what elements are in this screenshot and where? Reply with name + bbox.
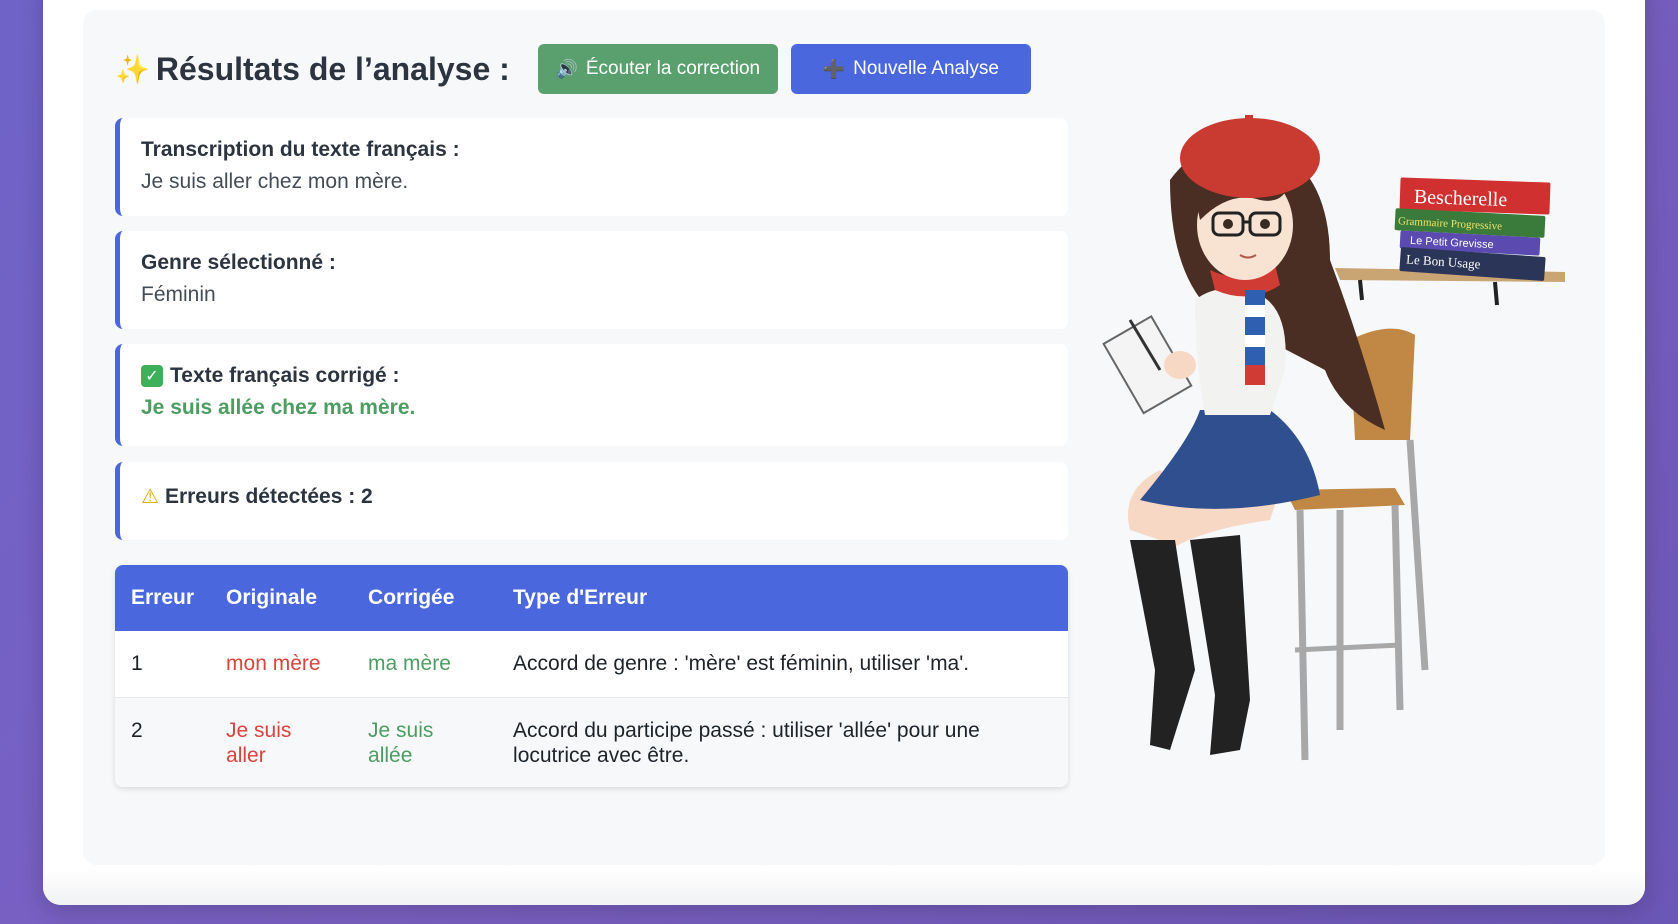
table-row: 2 Je suis aller Je suis allée Accord du … — [115, 697, 1068, 787]
cell-type: Accord de genre : 'mère' est féminin, ut… — [513, 651, 970, 675]
table-row: 1 mon mère ma mère Accord de genre : 'mè… — [115, 631, 1068, 697]
results-header: ✨ Résultats de l’analyse : 🔊 Écouter la … — [115, 44, 1031, 94]
col-header-error: Erreur — [131, 586, 195, 609]
gender-value: Féminin — [141, 283, 216, 306]
page-title-text: Résultats de l’analyse : — [155, 50, 510, 87]
corrected-value: Je suis allée chez ma mère. — [141, 396, 416, 419]
beret-icon — [1180, 115, 1320, 198]
errors-table: Erreur Originale Corrigée Type d'Erreur … — [115, 565, 1068, 787]
errors-count-label: Erreurs détectées : 2 — [164, 484, 373, 508]
table-header-row: Erreur Originale Corrigée Type d'Erreur — [115, 565, 1068, 631]
cell-corrected: Je suis allée — [368, 718, 434, 767]
corrected-heading: ✓ Texte français corrigé : — [141, 364, 1048, 388]
cell-original: mon mère — [226, 651, 321, 675]
cell-corrected: ma mère — [368, 651, 451, 675]
col-header-original: Originale — [226, 586, 318, 609]
book-title: Bescherelle — [1414, 186, 1508, 211]
gender-card: Genre sélectionné : Féminin — [115, 231, 1068, 329]
gender-label: Genre sélectionné : — [141, 251, 336, 274]
card-bottom-edge — [43, 870, 1645, 905]
col-header-type: Type d'Erreur — [513, 586, 648, 609]
cell-number: 1 — [131, 651, 143, 675]
listen-correction-button[interactable]: 🔊 Écouter la correction — [537, 44, 778, 94]
warning-icon: ⚠ — [141, 486, 159, 508]
sparkles-icon: ✨ — [115, 53, 150, 85]
cell-type: Accord du participe passé : utiliser 'al… — [513, 718, 980, 767]
student-illustration: Bescherelle Grammaire Progressive Le Pet… — [1102, 115, 1565, 761]
listen-correction-label: Écouter la correction — [585, 58, 761, 79]
transcription-value: Je suis aller chez mon mère. — [141, 170, 409, 193]
check-icon: ✓ — [141, 365, 163, 387]
plus-icon: ➕ — [822, 58, 846, 79]
errors-card: ⚠ Erreurs détectées : 2 — [115, 462, 1068, 540]
books-stack: Bescherelle Grammaire Progressive Le Pet… — [1394, 177, 1551, 281]
new-analysis-label: Nouvelle Analyse — [853, 58, 999, 79]
transcription-label: Transcription du texte français : — [141, 138, 460, 161]
col-header-corrected: Corrigée — [368, 586, 455, 609]
corrected-card: ✓ Texte français corrigé : Je suis allée… — [115, 344, 1068, 446]
cell-original: Je suis aller — [226, 718, 292, 767]
transcription-card: Transcription du texte français : Je sui… — [115, 118, 1068, 216]
new-analysis-button[interactable]: ➕ Nouvelle Analyse — [790, 44, 1031, 94]
page-title: ✨ Résultats de l’analyse : — [115, 51, 510, 88]
corrected-label: Texte français corrigé : — [170, 364, 400, 387]
errors-heading: ⚠ Erreurs détectées : 2 — [141, 484, 1048, 509]
speaker-icon: 🔊 — [555, 58, 578, 79]
cell-number: 2 — [131, 718, 143, 742]
